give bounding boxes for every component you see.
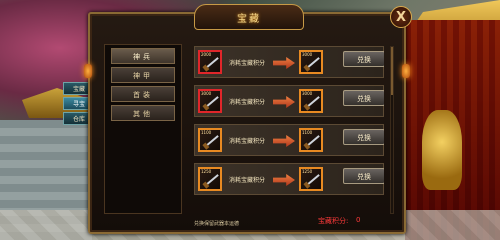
exchange-row: 2000 消耗宝藏积分 3000 兑换 bbox=[194, 46, 384, 78]
scroll-thumb[interactable] bbox=[391, 47, 393, 95]
exchange-button[interactable]: 兑换 bbox=[343, 90, 384, 106]
points-label: 宝藏积分: bbox=[318, 217, 349, 225]
sword-icon bbox=[306, 96, 320, 108]
title-plate: 宝藏 bbox=[194, 4, 304, 30]
item-level: 3000 bbox=[302, 91, 313, 96]
sword-icon bbox=[205, 135, 219, 147]
category-jewelry[interactable]: 首装 bbox=[111, 86, 175, 102]
item-level: 1100 bbox=[302, 130, 313, 135]
source-item-slot[interactable]: 1250 bbox=[198, 167, 222, 191]
exchange-button[interactable]: 兑换 bbox=[343, 168, 384, 184]
category-divine-weapon[interactable]: 神兵 bbox=[111, 48, 175, 64]
category-divine-armor[interactable]: 神甲 bbox=[111, 67, 175, 83]
cost-label: 消耗宝藏积分 bbox=[229, 99, 266, 106]
item-level: 1100 bbox=[201, 130, 212, 135]
footer-hint: 兑换保留武器本运德 bbox=[194, 221, 240, 227]
arrow-right-icon bbox=[273, 135, 295, 147]
source-item-slot[interactable]: 3000 bbox=[198, 89, 222, 113]
golden-dragon-statue bbox=[422, 110, 462, 190]
exchange-button[interactable]: 兑换 bbox=[343, 129, 384, 145]
sword-icon bbox=[306, 135, 320, 147]
item-level: 2000 bbox=[201, 52, 212, 57]
list-scrollbar[interactable] bbox=[390, 46, 394, 214]
item-level: 1250 bbox=[201, 169, 212, 174]
exchange-row: 1250 消耗宝藏积分 1250 兑换 bbox=[194, 163, 384, 195]
treasure-window: 宝藏 X 神兵 神甲 首装 其他 2000 消耗宝藏积分 3000 兑换 300… bbox=[84, 4, 412, 234]
source-item-slot[interactable]: 1100 bbox=[198, 128, 222, 152]
cost-label: 消耗宝藏积分 bbox=[229, 60, 266, 67]
source-item-slot[interactable]: 2000 bbox=[198, 50, 222, 74]
target-item-slot[interactable]: 1250 bbox=[299, 167, 323, 191]
sword-icon bbox=[306, 57, 320, 69]
sword-icon bbox=[205, 57, 219, 69]
sword-icon bbox=[306, 174, 320, 186]
category-other[interactable]: 其他 bbox=[111, 105, 175, 121]
close-button[interactable]: X bbox=[390, 6, 412, 28]
window-title: 宝藏 bbox=[237, 13, 261, 25]
arrow-right-icon bbox=[273, 96, 295, 108]
exchange-button[interactable]: 兑换 bbox=[343, 51, 384, 67]
exchange-list: 2000 消耗宝藏积分 3000 兑换 3000 消耗宝藏积分 3000 兑换 bbox=[194, 46, 384, 214]
arrow-right-icon bbox=[273, 174, 295, 186]
target-item-slot[interactable]: 3000 bbox=[299, 50, 323, 74]
exchange-row: 3000 消耗宝藏积分 3000 兑换 bbox=[194, 85, 384, 117]
sword-icon bbox=[205, 174, 219, 186]
item-level: 3000 bbox=[302, 52, 313, 57]
exchange-row: 1100 消耗宝藏积分 1100 兑换 bbox=[194, 124, 384, 156]
lantern-icon bbox=[84, 64, 92, 78]
arrow-right-icon bbox=[273, 57, 295, 69]
item-level: 1250 bbox=[302, 169, 313, 174]
category-list: 神兵 神甲 首装 其他 bbox=[104, 44, 182, 214]
target-item-slot[interactable]: 1100 bbox=[299, 128, 323, 152]
cost-label: 消耗宝藏积分 bbox=[229, 138, 266, 145]
lantern-icon bbox=[402, 64, 410, 78]
sword-icon bbox=[205, 96, 219, 108]
item-level: 3000 bbox=[201, 91, 212, 96]
target-item-slot[interactable]: 3000 bbox=[299, 89, 323, 113]
points-value: 0 bbox=[356, 216, 361, 224]
cost-label: 消耗宝藏积分 bbox=[229, 177, 266, 184]
